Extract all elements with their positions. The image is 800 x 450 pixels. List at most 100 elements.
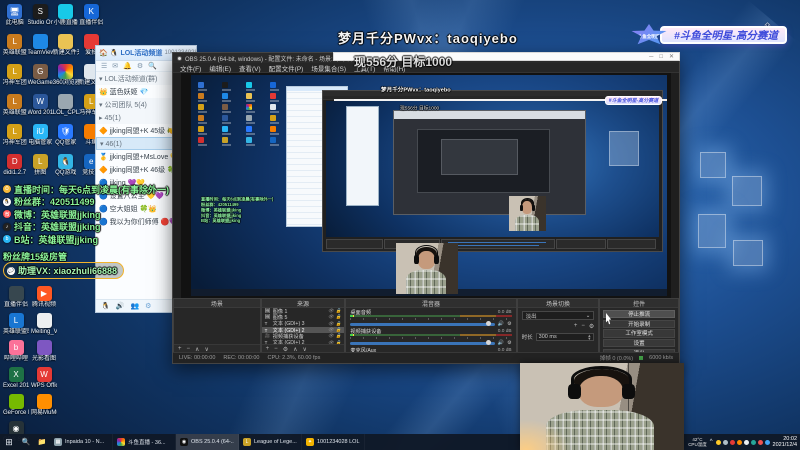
speaker-icon[interactable]: 🔊 — [498, 321, 504, 327]
eye-icon[interactable]: 👁 — [328, 321, 334, 327]
desktop-icon[interactable]: W WPS Office — [30, 367, 58, 394]
slider-knob[interactable] — [485, 321, 491, 326]
lock-icon[interactable]: 🔒 — [336, 314, 342, 320]
volume-slider[interactable] — [350, 321, 495, 326]
transition-toolbar-button[interactable]: + — [574, 323, 578, 330]
tray-icon[interactable] — [729, 439, 735, 445]
control-button[interactable]: 停止推流 — [603, 310, 675, 319]
desktop-icon[interactable]: G WeGame — [28, 64, 54, 94]
desktop-icon[interactable]: b 哔哩哔哩 — [2, 340, 30, 367]
tray-icon[interactable] — [722, 439, 728, 445]
obs-menu-item[interactable]: 文件(F) — [180, 63, 201, 73]
desktop-icon[interactable]: 🐧 QQ游戏 — [53, 154, 79, 184]
transition-header[interactable]: 场景切换 — [517, 299, 599, 308]
tray-icon[interactable] — [750, 439, 756, 445]
qq-footer-icon[interactable]: ⚙ — [145, 302, 151, 310]
taskbar-app-button[interactable]: ✦ 1001234028 LOL... — [302, 434, 365, 450]
obs-menu-item[interactable]: 场景集合(S) — [311, 63, 346, 73]
explorer-icon[interactable]: 📁 — [34, 438, 50, 446]
qq-toolbar-icon[interactable]: ⚙ — [137, 62, 143, 70]
desktop-icon[interactable]: L 英雄联盟助手 — [2, 313, 30, 340]
control-button[interactable]: 工作室模式 — [603, 329, 675, 338]
desktop-icon[interactable]: 直播伴侣 — [2, 286, 30, 313]
qq-footer-icon[interactable]: 🔊 — [116, 302, 125, 310]
tray-icon[interactable] — [764, 439, 770, 445]
transition-select[interactable]: 淡出 ⌄ — [521, 311, 595, 320]
desktop-icon[interactable]: Meiting_V... — [30, 313, 58, 340]
sources-header[interactable]: 来源 — [261, 299, 345, 308]
qq-toolbar-icon[interactable]: 🔔 — [123, 62, 132, 70]
window-control-icon[interactable]: ✕ — [669, 54, 674, 60]
desktop-icon[interactable]: X Excel 2013 — [2, 367, 30, 394]
desktop-icon[interactable]: 360浏览器 — [53, 64, 79, 94]
desktop-icon[interactable]: L 冯神军团 — [2, 64, 28, 94]
desktop-icon[interactable]: LOL_CPL — [53, 94, 79, 124]
desktop-icon[interactable]: 小鹿直播 — [53, 4, 79, 34]
desktop-icon[interactable]: L 英雄联盟 — [2, 94, 28, 124]
scenes-header[interactable]: 场景 — [174, 299, 260, 308]
slider-knob[interactable] — [485, 340, 491, 345]
desktop-icon[interactable]: 新建文件夹 — [53, 34, 79, 64]
desktop-icon[interactable]: 光影看图 — [30, 340, 58, 367]
lock-icon[interactable]: 🔒 — [336, 333, 342, 339]
speaker-icon[interactable]: 🔊 — [498, 340, 504, 346]
control-button[interactable]: 设置 — [603, 339, 675, 348]
control-button[interactable]: 开始录制 — [603, 319, 675, 328]
obs-menu-item[interactable]: 查看(V) — [239, 63, 261, 73]
desktop-icon[interactable]: L 冯神军团 — [2, 124, 28, 154]
desktop-icon[interactable]: GeForce Experience — [2, 394, 30, 421]
tray-icon[interactable] — [715, 439, 721, 445]
start-button[interactable]: ⊞ — [0, 437, 18, 448]
lock-icon[interactable]: 🔒 — [336, 308, 342, 314]
eye-icon[interactable]: 👁 — [328, 314, 334, 320]
cpu-temp-widget[interactable]: 42°C CPU温度 — [688, 437, 707, 447]
qq-toolbar-icon[interactable]: ☰ — [101, 62, 107, 70]
desktop-icon[interactable]: W Word 2013 — [28, 94, 53, 124]
home-icon[interactable]: 🏠 — [99, 49, 108, 57]
obs-menu-item[interactable]: 配置文件(P) — [269, 63, 304, 73]
tray-expand-caret[interactable]: ^ — [710, 439, 713, 445]
obs-window[interactable]: OBS 25.0.4 (64-bit, windows) - 配置文件: 未命名… — [172, 52, 680, 364]
lock-icon[interactable]: 🔒 — [336, 321, 342, 327]
tray-icon[interactable] — [743, 439, 749, 445]
desktop-icon[interactable]: TeamViewer — [28, 34, 53, 64]
eye-icon[interactable]: 👁 — [328, 333, 334, 339]
desktop-icon[interactable]: K 直播伴侣 — [79, 4, 105, 34]
desktop-icon[interactable]: L 拼图 — [28, 154, 54, 184]
desktop-icon[interactable]: 网易MuMu — [30, 394, 58, 421]
taskbar-app-button[interactable]: L League of Lege... — [239, 434, 302, 450]
gear-icon[interactable]: ⚙ — [507, 340, 511, 346]
desktop-icon[interactable]: D didi1.2.7 — [2, 154, 28, 184]
transition-toolbar-button[interactable]: − — [581, 323, 585, 330]
controls-header[interactable]: 控件 — [600, 299, 678, 308]
tray-icon[interactable] — [757, 439, 763, 445]
mixer-header[interactable]: 混音器 — [346, 299, 516, 308]
transition-toolbar-button[interactable]: ⚙ — [589, 323, 594, 330]
obs-preview[interactable]: 直播时间：每天6点到凌晨(有事除外一) 粉丝群：420511499 微博：英雄联盟j… — [181, 73, 671, 298]
taskbar-clock[interactable]: 20:02 2021/12/4 — [773, 436, 797, 449]
desktop-icon[interactable]: iU 电脑管家 — [28, 124, 54, 154]
desktop-icon[interactable]: ▶ 腾讯视频 — [30, 286, 58, 313]
eye-icon[interactable]: 👁 — [328, 327, 334, 333]
obs-menu-item[interactable]: 编辑(E) — [209, 63, 231, 73]
taskbar-app-button[interactable]: ▦ Inpaida 10 - N... — [50, 434, 113, 450]
qq-toolbar-icon[interactable]: 🔍 — [148, 62, 157, 70]
qq-toolbar-icon[interactable]: ✉ — [112, 62, 118, 70]
search-icon[interactable]: 🔍 — [18, 438, 34, 446]
window-control-icon[interactable]: ─ — [649, 54, 653, 60]
desktop-icon[interactable]: 🛡 QQ管家 — [53, 124, 79, 154]
taskbar-app-button[interactable]: ◉ OBS 25.0.4 (64-... — [176, 434, 239, 450]
tray-icon[interactable] — [736, 439, 742, 445]
lock-icon[interactable]: 🔒 — [336, 327, 342, 333]
desktop-icon[interactable]: 🖥 此电脑 — [2, 4, 28, 34]
window-control-icon[interactable]: □ — [659, 54, 663, 60]
desktop-icon[interactable]: S Studio One — [28, 4, 53, 34]
taskbar-app-button[interactable]: 斗鱼直播 - 36... — [113, 434, 176, 450]
volume-slider[interactable] — [350, 340, 495, 345]
spinner-arrows-icon[interactable]: ▲ ▼ — [587, 333, 591, 341]
eye-icon[interactable]: 👁 — [328, 308, 334, 314]
gear-icon[interactable]: ⚙ — [507, 321, 511, 327]
desktop-icon[interactable]: L 英雄联盟 — [2, 34, 28, 64]
qq-footer-icon[interactable]: 👥 — [130, 302, 139, 310]
qq-footer-icon[interactable]: 🐧 — [101, 302, 110, 310]
